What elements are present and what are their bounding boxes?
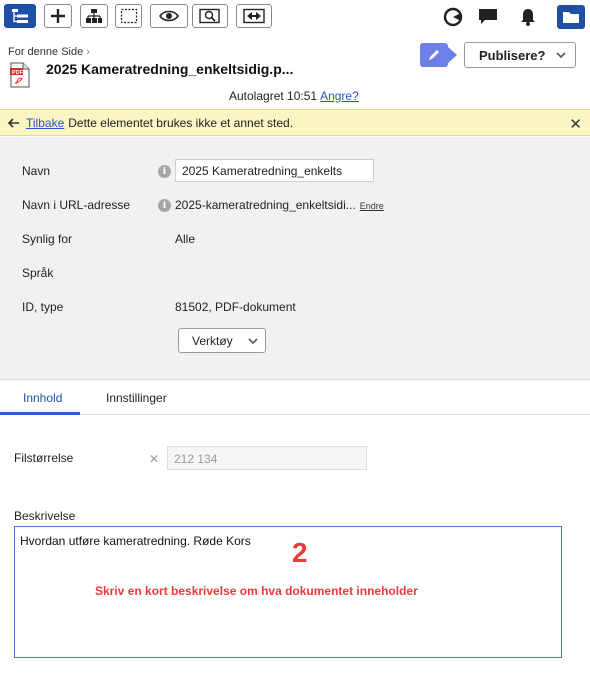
preview-button[interactable] (150, 4, 188, 28)
compare-arrows-icon (243, 8, 265, 24)
filesize-field: 212 134 (167, 446, 367, 470)
back-link[interactable]: Tilbake (26, 116, 64, 130)
compare-button[interactable] (236, 4, 272, 28)
url-name-value: 2025-kameratredning_enkeltsidi... Endre (175, 198, 384, 212)
eye-icon (159, 10, 179, 22)
edit-button-arrow (448, 47, 457, 63)
annotation-text: Skriv en kort beskrivelse om hva dokumen… (95, 584, 418, 598)
structure-tree-button[interactable] (4, 4, 36, 28)
name-label: Navn (22, 164, 51, 178)
undo-link[interactable]: Angre? (320, 89, 359, 103)
zoom-preview-icon (199, 8, 220, 24)
dotted-select-icon (120, 8, 137, 24)
usage-notice-bar: Tilbake Dette elementet brukes ikke et a… (0, 109, 590, 136)
status-icon (443, 7, 463, 27)
content-tabs: Innhold Innstillinger (0, 381, 590, 415)
breadcrumb-label[interactable]: For denne Side (8, 46, 83, 58)
comment-icon (479, 9, 497, 24)
page-title: 2025 Kameratredning_enkeltsidig.p... (46, 61, 294, 77)
notice-message: Dette elementet brukes ikke et annet ste… (68, 115, 294, 130)
add-button[interactable] (44, 4, 72, 28)
content-header: For denne Side › PDF 2025 Kameratredning_… (0, 34, 590, 108)
select-area-button[interactable] (115, 4, 142, 28)
tab-content[interactable]: Innhold (23, 391, 62, 405)
publish-button[interactable]: Publisere? (464, 42, 576, 68)
tools-dropdown[interactable]: Verktøy (178, 328, 266, 353)
close-icon[interactable]: ✕ (569, 115, 582, 133)
tab-settings[interactable]: Innstillinger (106, 391, 167, 405)
notifications-button[interactable] (516, 5, 540, 29)
hierarchy-icon (86, 9, 102, 23)
annotation-number: 2 (292, 537, 308, 568)
preview-zoom-button[interactable] (192, 4, 228, 28)
visible-for-value: Alle (175, 232, 196, 246)
breadcrumb[interactable]: For denne Side › (8, 46, 90, 58)
name-input[interactable]: 2025 Kameratredning_enkelts (175, 159, 374, 182)
assets-button[interactable] (557, 5, 585, 29)
arrow-left-icon (8, 117, 19, 128)
active-tab-indicator (0, 412, 80, 415)
filesize-label: Filstørrelse (14, 451, 74, 465)
folder-icon (563, 12, 579, 23)
status-button[interactable] (441, 5, 465, 29)
description-label: Beskrivelse (14, 509, 76, 523)
svg-text:PDF: PDF (12, 70, 24, 76)
description-textarea[interactable]: Hvordan utføre kameratredning. Røde Kors… (14, 526, 562, 658)
url-name-label: Navn i URL-adresse (22, 198, 131, 212)
url-name-text: 2025-kameratredning_enkeltsidi... (175, 198, 356, 212)
top-toolbar (0, 0, 590, 34)
id-type-label: ID, type (22, 300, 64, 314)
pdf-file-icon: PDF (10, 62, 30, 88)
chevron-right-icon: › (86, 46, 90, 58)
chevron-down-icon (556, 52, 566, 59)
properties-panel: Navn i 2025 Kameratredning_enkelts Navn … (0, 137, 590, 380)
pencil-icon (429, 50, 439, 60)
tools-label: Verktøy (192, 333, 233, 348)
structure-tree-icon (12, 9, 28, 23)
comments-button[interactable] (476, 5, 500, 29)
edit-button[interactable] (420, 43, 448, 67)
autosave-text: Autolagret 10:51 (229, 89, 318, 103)
language-label: Språk (22, 266, 54, 280)
publish-label: Publisere? (479, 47, 546, 63)
not-editable-icon: ✕ (149, 452, 160, 466)
autosave-status: Autolagret 10:51 Angre? (229, 89, 359, 103)
hierarchy-button[interactable] (80, 4, 108, 28)
description-text: Hvordan utføre kameratredning. Røde Kors (20, 534, 251, 548)
chevron-down-icon (248, 338, 258, 345)
change-url-link[interactable]: Endre (360, 201, 384, 211)
plus-icon (51, 9, 65, 23)
visible-for-label: Synlig for (22, 232, 73, 246)
info-icon[interactable]: i (158, 199, 171, 212)
info-icon[interactable]: i (158, 165, 171, 178)
id-type-value: 81502, PDF-dokument (175, 300, 296, 314)
bell-icon (521, 9, 535, 26)
